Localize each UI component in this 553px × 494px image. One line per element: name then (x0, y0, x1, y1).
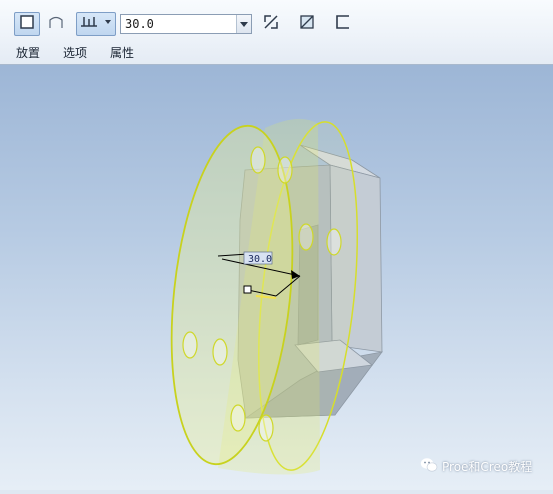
remove-material-button[interactable] (294, 12, 320, 36)
dimension-label[interactable]: 30.0 (248, 254, 272, 265)
wechat-icon (420, 457, 438, 476)
surface-extrude-icon (48, 14, 64, 34)
bolt-hole (182, 331, 198, 359)
watermark-text: Proe和Creo教程 (442, 460, 533, 474)
bolt-hole (326, 228, 342, 256)
thicken-sketch-icon (334, 13, 352, 35)
flip-direction-button[interactable] (258, 12, 284, 36)
depth-value-field[interactable]: 30.0 (120, 14, 252, 34)
watermark: Proe和Creo教程 (420, 457, 532, 476)
solid-extrude-icon (19, 14, 35, 34)
graphics-viewport[interactable]: 30.0 (0, 65, 553, 490)
feature-dashboard: 30.0 放置 选项 属性 (0, 0, 553, 65)
tab-placement[interactable]: 放置 (16, 44, 40, 61)
bolt-hole (277, 156, 293, 184)
surface-extrude-button[interactable] (44, 12, 68, 36)
solid-extrude-button[interactable] (14, 12, 40, 36)
remove-material-icon (298, 13, 316, 35)
blind-depth-icon (78, 14, 114, 34)
depth-value-text: 30.0 (125, 17, 154, 31)
bolt-hole (298, 223, 314, 251)
bolt-hole (212, 338, 228, 366)
bolt-hole (250, 146, 266, 174)
tab-properties[interactable]: 属性 (110, 44, 134, 61)
depth-type-dropdown[interactable] (76, 12, 116, 36)
depth-drag-handle[interactable] (243, 285, 252, 294)
extrude-preview-model: 30.0 (170, 118, 383, 475)
bolt-hole (230, 404, 246, 432)
flip-direction-icon (262, 13, 280, 35)
bolt-hole (258, 414, 274, 442)
thicken-sketch-button[interactable] (330, 12, 356, 36)
tab-options[interactable]: 选项 (63, 44, 87, 61)
chevron-down-icon[interactable] (236, 15, 251, 33)
